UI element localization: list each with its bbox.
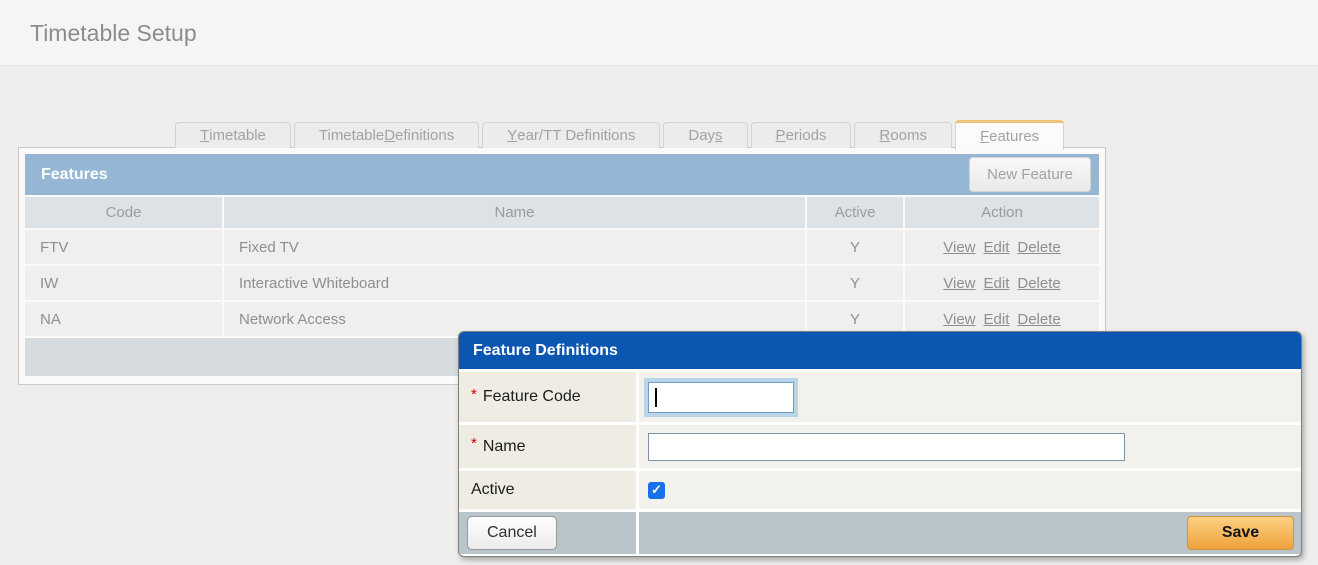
- column-header-name: Name: [224, 197, 805, 228]
- active-row: Active ✓: [459, 471, 1301, 509]
- cell-code: IW: [25, 266, 222, 300]
- page-title: Timetable Setup: [30, 20, 197, 47]
- tab-timetable-definitions[interactable]: Timetable Definitions: [294, 122, 479, 148]
- cell-action: View Edit Delete: [905, 230, 1099, 264]
- tab-rooms[interactable]: Rooms: [854, 122, 952, 148]
- active-checkbox[interactable]: ✓: [648, 482, 665, 499]
- cell-active: Y: [807, 266, 903, 300]
- delete-link[interactable]: Delete: [1017, 275, 1060, 292]
- name-label: * Name: [459, 425, 636, 468]
- required-marker: *: [471, 435, 477, 452]
- name-field-cell: [639, 425, 1301, 468]
- features-panel-header: Features New Feature: [25, 154, 1099, 195]
- edit-link[interactable]: Edit: [984, 275, 1010, 292]
- tab-days[interactable]: Days: [663, 122, 747, 148]
- tab-timetable[interactable]: Timetable: [175, 122, 291, 148]
- required-marker: *: [471, 386, 477, 403]
- table-row: FTV Fixed TV Y View Edit Delete: [25, 230, 1099, 264]
- column-header-code: Code: [25, 197, 222, 228]
- cell-code: NA: [25, 302, 222, 336]
- text-caret: [655, 388, 657, 407]
- name-input[interactable]: [648, 433, 1125, 461]
- view-link[interactable]: View: [943, 311, 975, 328]
- view-link[interactable]: View: [943, 239, 975, 256]
- cell-active: Y: [807, 230, 903, 264]
- tab-features[interactable]: Features: [955, 120, 1064, 150]
- column-header-active: Active: [807, 197, 903, 228]
- footer-right-cell: Save: [639, 512, 1301, 554]
- column-header-action: Action: [905, 197, 1099, 228]
- features-panel-title: Features: [41, 166, 108, 184]
- feature-code-field-cell: [639, 372, 1301, 422]
- table-header-row: Code Name Active Action: [25, 197, 1099, 228]
- active-label: Active: [459, 471, 636, 509]
- cell-name: Fixed TV: [224, 230, 805, 264]
- tab-periods[interactable]: Periods: [751, 122, 852, 148]
- name-row: * Name: [459, 425, 1301, 468]
- footer-left-cell: Cancel: [459, 512, 636, 554]
- edit-link[interactable]: Edit: [984, 239, 1010, 256]
- edit-link[interactable]: Edit: [984, 311, 1010, 328]
- feature-code-input[interactable]: [648, 382, 794, 413]
- table-row: IW Interactive Whiteboard Y View Edit De…: [25, 266, 1099, 300]
- cell-action: View Edit Delete: [905, 266, 1099, 300]
- active-field-cell: ✓: [639, 471, 1301, 509]
- cell-name: Interactive Whiteboard: [224, 266, 805, 300]
- new-feature-button[interactable]: New Feature: [969, 157, 1091, 192]
- feature-code-label: * Feature Code: [459, 372, 636, 422]
- save-button[interactable]: Save: [1187, 516, 1294, 550]
- delete-link[interactable]: Delete: [1017, 311, 1060, 328]
- feature-definitions-dialog: Feature Definitions * Feature Code * Nam…: [458, 331, 1302, 557]
- page-header: Timetable Setup: [0, 0, 1318, 66]
- dialog-title: Feature Definitions: [473, 342, 618, 360]
- cell-code: FTV: [25, 230, 222, 264]
- dialog-title-bar: Feature Definitions: [459, 332, 1301, 369]
- view-link[interactable]: View: [943, 275, 975, 292]
- delete-link[interactable]: Delete: [1017, 239, 1060, 256]
- cancel-button[interactable]: Cancel: [467, 516, 557, 550]
- dialog-footer: Cancel Save: [459, 512, 1301, 554]
- tab-strip: Timetable Timetable Definitions Year/TT …: [175, 120, 1064, 148]
- feature-code-row: * Feature Code: [459, 372, 1301, 422]
- tab-year-tt-definitions[interactable]: Year/TT Definitions: [482, 122, 660, 148]
